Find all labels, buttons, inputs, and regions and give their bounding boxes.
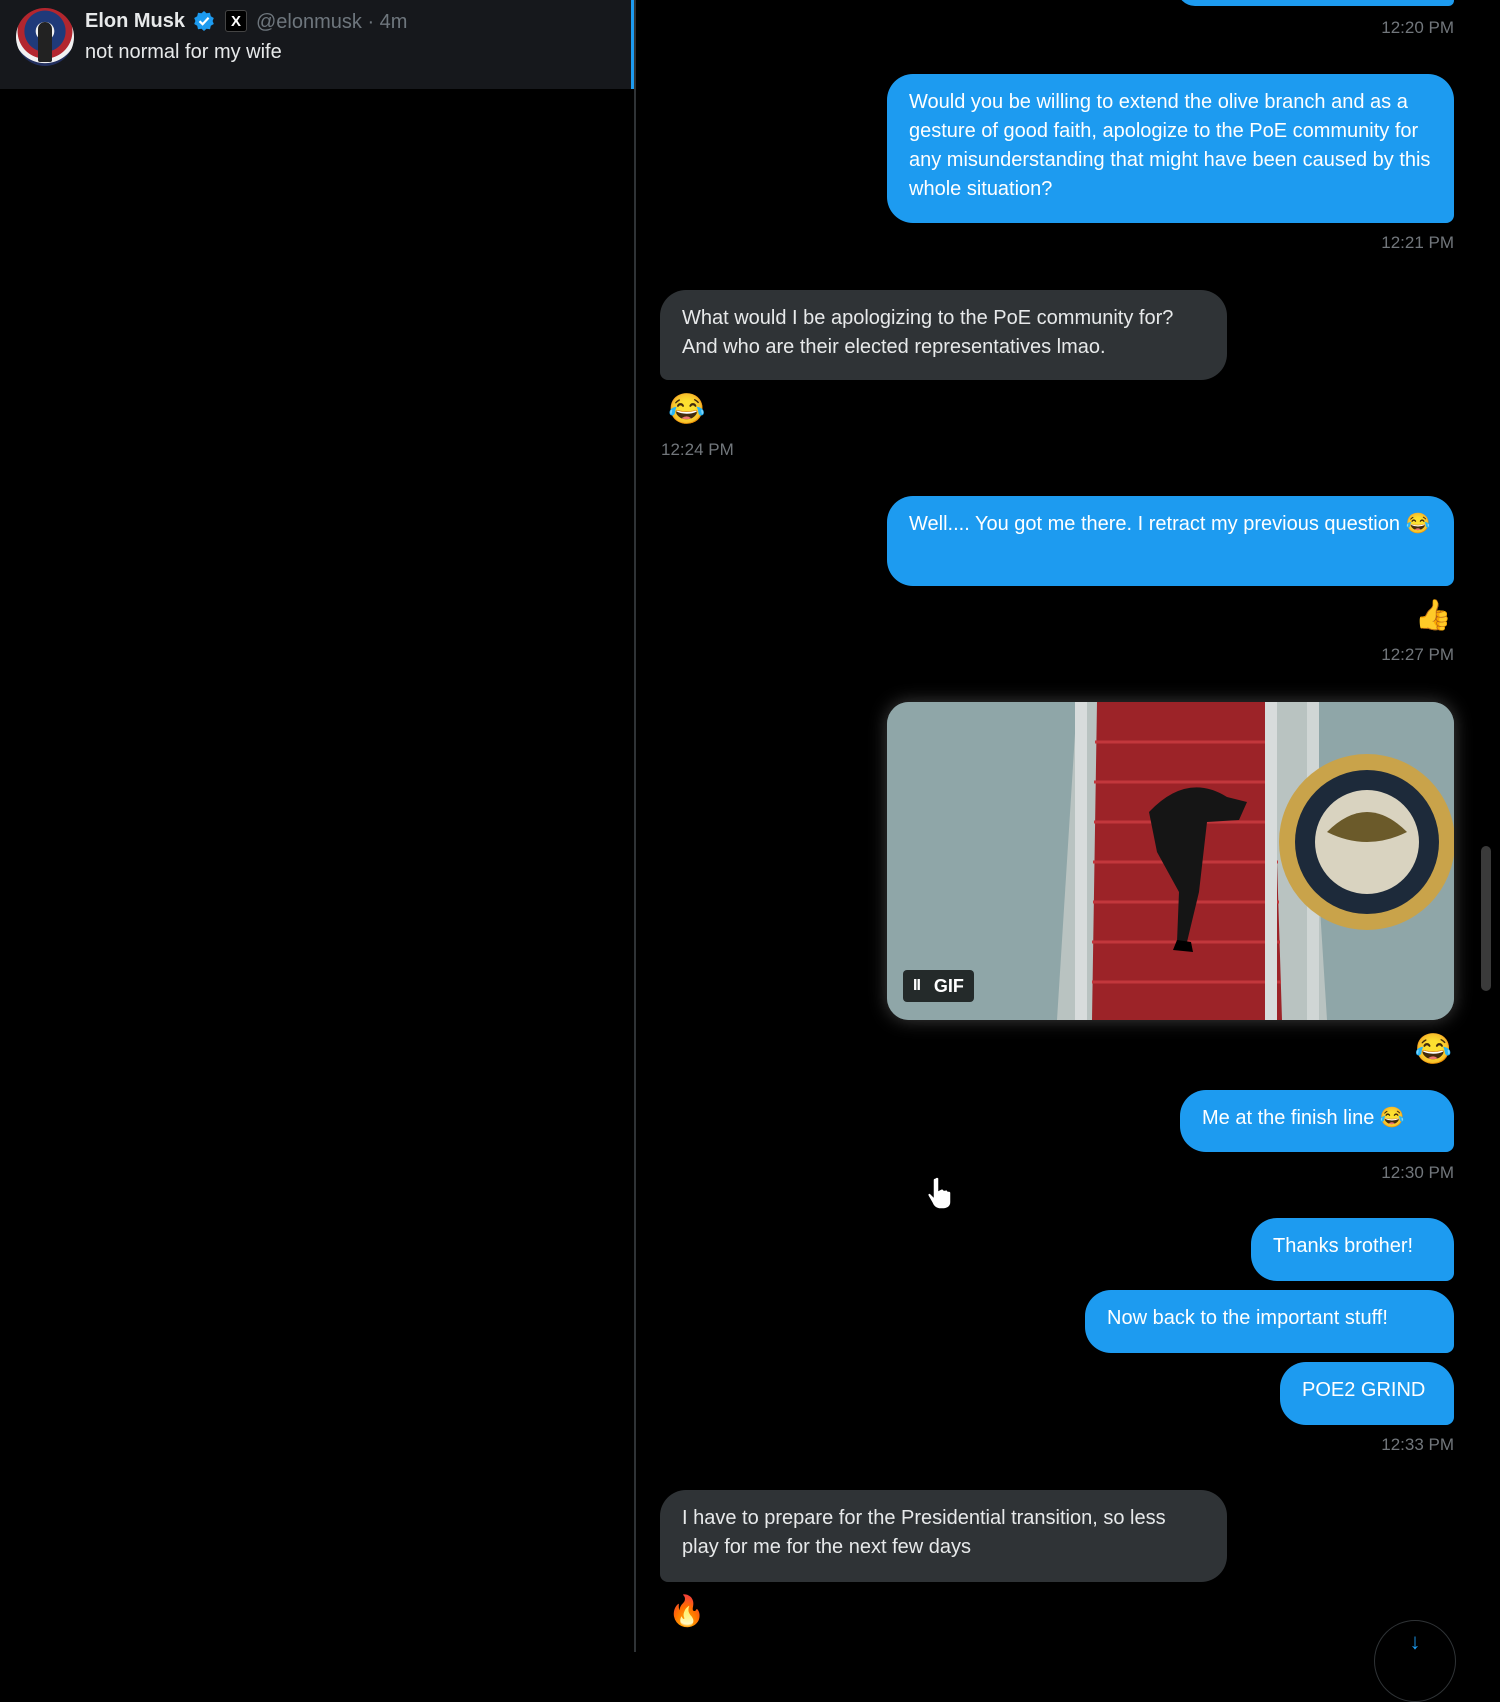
message-bubble[interactable]: Thanks brother!	[1251, 1218, 1454, 1281]
conversation-item[interactable]: Elon Musk X @elonmusk · 4m not normal fo…	[0, 0, 634, 89]
reaction-emoji[interactable]: 🔥	[668, 1594, 705, 1630]
timestamp: 12:27 PM	[1381, 645, 1454, 664]
conversation-list: Elon Musk X @elonmusk · 4m not normal fo…	[0, 0, 636, 1652]
message-text: I have to prepare for the Presidential t…	[682, 1507, 1166, 1558]
gif-attachment[interactable]: II GIF	[887, 702, 1454, 1020]
message-text: Would you be willing to extend the olive…	[909, 91, 1431, 200]
message-bubble[interactable]: Well.... You got me there. I retract my …	[887, 496, 1454, 586]
message-bubble[interactable]: Would you be willing to extend the olive…	[887, 74, 1454, 223]
scrollbar[interactable]	[1481, 846, 1491, 991]
reaction-emoji[interactable]: 😂	[1415, 1032, 1452, 1068]
sender-name: Elon Musk	[85, 10, 186, 32]
message-thread: 12:20 PM Would you be willing to extend …	[638, 0, 1474, 1652]
timestamp: 12:24 PM	[661, 440, 734, 459]
handle-time: @elonmusk · 4m	[256, 11, 408, 33]
gif-controls[interactable]: II GIF	[903, 970, 974, 1002]
timestamp: 12:21 PM	[1381, 233, 1454, 252]
message-text: What would I be apologizing to the PoE c…	[682, 307, 1174, 358]
message-bubble[interactable]: Now back to the important stuff!	[1085, 1290, 1454, 1353]
message-text: POE2 GRIND	[1302, 1379, 1426, 1401]
timestamp: 12:33 PM	[1381, 1435, 1454, 1454]
verified-badge-icon	[194, 11, 214, 31]
message-text: Me at the finish line 😂	[1202, 1107, 1405, 1129]
reaction-emoji[interactable]: 😂	[668, 392, 705, 428]
message-text: Well.... You got me there. I retract my …	[909, 513, 1431, 535]
x-logo-icon: X	[225, 10, 247, 32]
message-bubble[interactable]: I have to prepare for the Presidential t…	[660, 1490, 1227, 1582]
message-bubble-partial[interactable]	[1177, 0, 1454, 6]
message-text: Thanks brother!	[1273, 1235, 1414, 1257]
gif-label: GIF	[933, 975, 964, 996]
message-preview: not normal for my wife	[85, 41, 282, 63]
hand-cursor-icon	[927, 1176, 952, 1210]
timestamp: 12:30 PM	[1381, 1163, 1454, 1182]
message-text: Now back to the important stuff!	[1107, 1307, 1388, 1329]
pause-icon[interactable]: II	[913, 977, 921, 995]
reaction-emoji[interactable]: 👍	[1415, 598, 1452, 634]
message-bubble[interactable]: What would I be apologizing to the PoE c…	[660, 290, 1227, 380]
message-bubble[interactable]: Me at the finish line 😂	[1180, 1090, 1454, 1152]
scroll-to-bottom-button[interactable]: ↓	[1374, 1620, 1456, 1702]
arrow-down-icon: ↓	[1409, 1629, 1421, 1654]
timestamp: 12:20 PM	[1381, 18, 1454, 37]
avatar[interactable]	[16, 8, 74, 66]
message-bubble[interactable]: POE2 GRIND	[1280, 1362, 1454, 1425]
